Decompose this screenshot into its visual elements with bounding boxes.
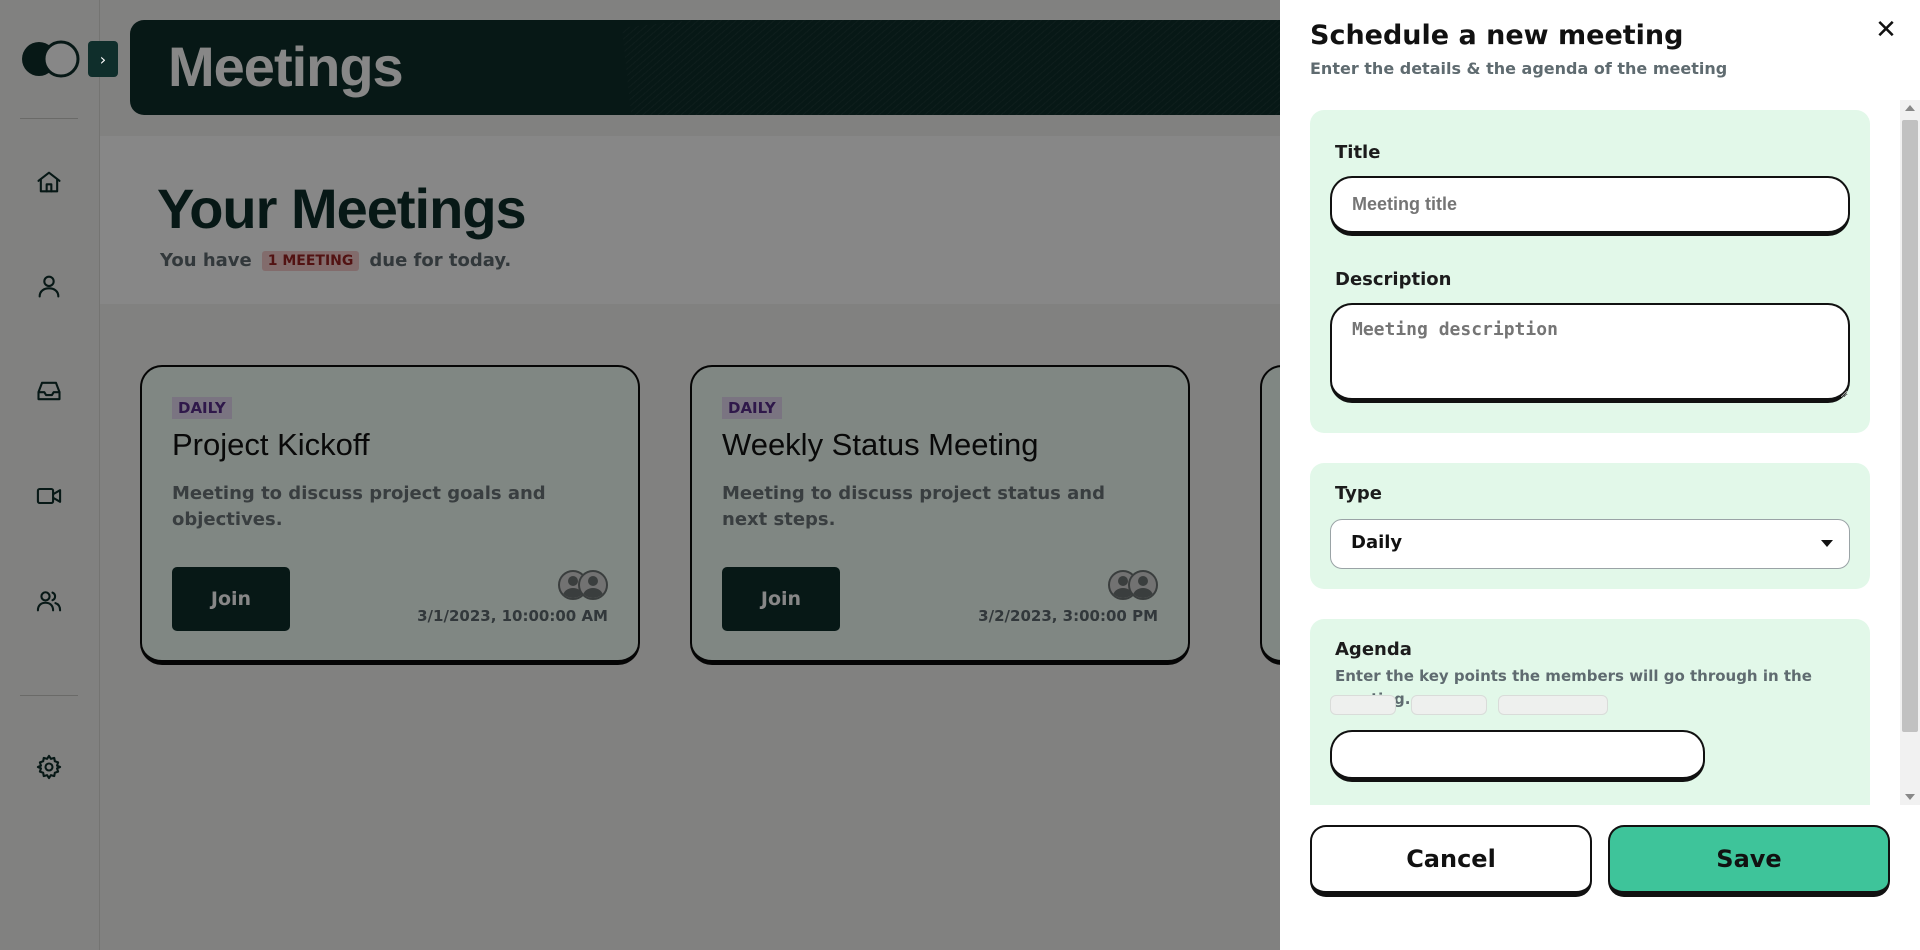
drawer-scrollbar[interactable]: [1900, 100, 1920, 805]
scroll-down-arrow-icon[interactable]: [1905, 794, 1915, 800]
chevron-right-icon: ›: [99, 49, 107, 69]
cancel-button[interactable]: Cancel: [1310, 825, 1592, 897]
description-label: Description: [1335, 269, 1452, 290]
close-icon: ✕: [1875, 15, 1897, 45]
agenda-chip[interactable]: [1411, 695, 1487, 715]
drawer-subtitle: Enter the details & the agenda of the me…: [1310, 59, 1728, 78]
agenda-label: Agenda: [1335, 639, 1412, 660]
schedule-meeting-drawer: Schedule a new meeting Enter the details…: [1280, 0, 1920, 950]
title-label: Title: [1335, 142, 1381, 163]
scrollbar-thumb[interactable]: [1902, 120, 1918, 732]
meeting-title-input[interactable]: [1330, 176, 1850, 236]
details-section: Title Description: [1310, 110, 1870, 433]
agenda-chip[interactable]: [1330, 695, 1396, 715]
chevron-down-icon: [1821, 540, 1833, 547]
selected-type: Daily: [1351, 532, 1403, 553]
close-button[interactable]: ✕: [1872, 15, 1900, 45]
type-section: Type Daily: [1310, 463, 1870, 589]
expand-sidebar-button[interactable]: ›: [88, 41, 118, 77]
type-label: Type: [1335, 483, 1382, 504]
save-button[interactable]: Save: [1608, 825, 1890, 897]
agenda-item-input[interactable]: [1330, 730, 1705, 782]
drawer-title: Schedule a new meeting: [1310, 20, 1684, 51]
meeting-type-select[interactable]: Daily: [1330, 519, 1850, 569]
meeting-description-input[interactable]: [1330, 303, 1850, 403]
scroll-up-arrow-icon[interactable]: [1905, 105, 1915, 111]
agenda-chip[interactable]: [1498, 695, 1608, 715]
